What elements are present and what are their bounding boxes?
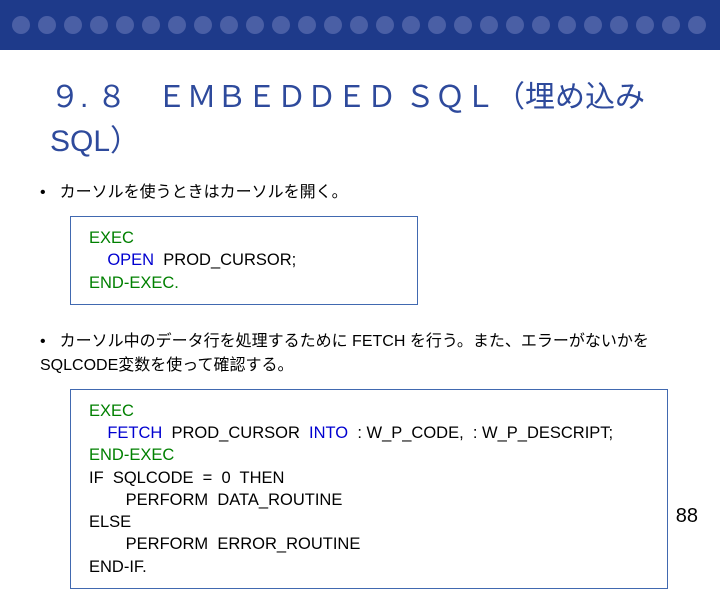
code-keyword: END-EXEC — [89, 446, 174, 464]
dot-icon — [454, 16, 472, 34]
code-block-fetch: EXEC FETCH PROD_CURSOR INTO : W_P_CODE, … — [70, 389, 668, 589]
dot-icon — [610, 16, 628, 34]
code-text: PROD_CURSOR; — [154, 251, 296, 269]
dot-icon — [584, 16, 602, 34]
code-keyword: EXEC — [89, 229, 134, 247]
code-text: ELSE — [89, 513, 131, 531]
dot-icon — [220, 16, 238, 34]
dot-icon — [298, 16, 316, 34]
dot-icon — [246, 16, 264, 34]
code-text: PROD_CURSOR — [162, 424, 309, 442]
code-text: PERFORM DATA_ROUTINE — [89, 491, 342, 509]
dot-icon — [194, 16, 212, 34]
dot-icon — [350, 16, 368, 34]
code-text: PERFORM ERROR_ROUTINE — [89, 535, 360, 553]
dot-icon — [636, 16, 654, 34]
page-number: 88 — [676, 505, 698, 528]
dot-icon — [168, 16, 186, 34]
dot-icon — [116, 16, 134, 34]
dot-icon — [142, 16, 160, 34]
dot-icon — [688, 16, 706, 34]
dot-icon — [38, 16, 56, 34]
dot-icon — [662, 16, 680, 34]
dot-icon — [272, 16, 290, 34]
code-block-open-cursor: EXEC OPEN PROD_CURSOR; END-EXEC. — [70, 216, 418, 305]
dot-icon — [558, 16, 576, 34]
dot-icon — [64, 16, 82, 34]
code-keyword: FETCH — [89, 424, 162, 442]
dot-icon — [506, 16, 524, 34]
code-keyword: OPEN — [89, 251, 154, 269]
dot-icon — [428, 16, 446, 34]
bullet-2: カーソル中のデータ行を処理するために FETCH を行う。また、エラーがないかを… — [40, 327, 680, 375]
code-text: : W_P_CODE, : W_P_DESCRIPT; — [348, 424, 613, 442]
bullet-1: カーソルを使うときはカーソルを開く。 — [40, 178, 680, 202]
code-text: IF SQLCODE = 0 THEN — [89, 469, 284, 487]
dot-icon — [90, 16, 108, 34]
code-keyword: INTO — [309, 424, 348, 442]
dot-icon — [402, 16, 420, 34]
header-dots — [0, 0, 720, 50]
dot-icon — [12, 16, 30, 34]
dot-icon — [324, 16, 342, 34]
code-keyword: END-EXEC. — [89, 274, 179, 292]
code-keyword: EXEC — [89, 402, 134, 420]
code-text: END-IF. — [89, 558, 147, 576]
dot-icon — [376, 16, 394, 34]
dot-icon — [532, 16, 550, 34]
slide-title: ９. ８ ＥＭＢＥＤＤＥＤ ＳＱＬ（埋め込みSQL） — [50, 72, 720, 160]
dot-icon — [480, 16, 498, 34]
